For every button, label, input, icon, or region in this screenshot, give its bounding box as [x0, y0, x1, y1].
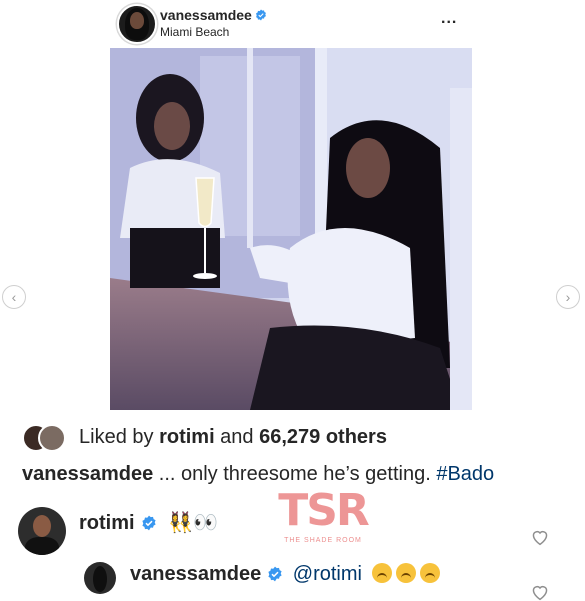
comment-username[interactable]: rotimi	[79, 512, 135, 534]
verified-badge-icon	[268, 566, 282, 582]
reply-username[interactable]: vanessamdee	[130, 563, 261, 585]
comment-row: rotimi 👯‍♀️👀	[79, 510, 218, 535]
verified-badge-icon	[141, 515, 156, 531]
like-reply-heart-icon[interactable]	[530, 583, 550, 601]
caption-text: ... only threesome he’s getting.	[153, 463, 437, 485]
carousel-next-button[interactable]: ›	[556, 285, 580, 309]
chevron-left-icon: ‹	[11, 289, 17, 305]
likes-prefix: Liked by	[79, 426, 160, 448]
comment-text: 👯‍♀️👀	[168, 512, 218, 534]
watermark-tagline: THE SHADE ROOM	[284, 537, 362, 544]
upside-down-face-icon	[395, 563, 416, 583]
upside-down-face-icon	[371, 563, 392, 583]
comment-avatar[interactable]	[18, 507, 66, 555]
likes-summary[interactable]: Liked by rotimi and 66,279 others	[79, 426, 387, 449]
post-location[interactable]: Miami Beach	[160, 25, 229, 39]
post-username-text[interactable]: vanessamdee	[160, 7, 252, 23]
likes-middle: and	[214, 426, 260, 448]
upside-down-face-icon	[419, 563, 440, 583]
likes-user[interactable]: rotimi	[159, 426, 215, 448]
post-photo-illustration	[110, 48, 472, 410]
post-image[interactable]	[110, 48, 472, 410]
more-options-button[interactable]: ...	[441, 10, 457, 28]
post-caption: vanessamdee ... only threesome he’s gett…	[22, 463, 494, 486]
reply-mention[interactable]: @rotimi	[293, 563, 362, 585]
likes-count[interactable]: 66,279 others	[259, 426, 387, 448]
tsr-watermark: TSR THE SHADE ROOM	[272, 489, 374, 547]
likers-avatars[interactable]	[22, 424, 70, 452]
chevron-right-icon: ›	[565, 289, 571, 305]
carousel-prev-button[interactable]: ‹	[2, 285, 26, 309]
reply-avatar[interactable]	[84, 562, 116, 594]
caption-hashtag[interactable]: #Bado	[436, 463, 494, 485]
liker-avatar	[38, 424, 66, 452]
post-username[interactable]: vanessamdee	[160, 7, 267, 23]
like-comment-heart-icon[interactable]	[530, 528, 550, 546]
verified-badge-icon	[255, 9, 266, 21]
profile-avatar[interactable]	[117, 4, 157, 44]
caption-username[interactable]: vanessamdee	[22, 463, 153, 485]
reply-row: vanessamdee @rotimi	[130, 563, 440, 586]
watermark-brand: TSR	[278, 485, 370, 536]
